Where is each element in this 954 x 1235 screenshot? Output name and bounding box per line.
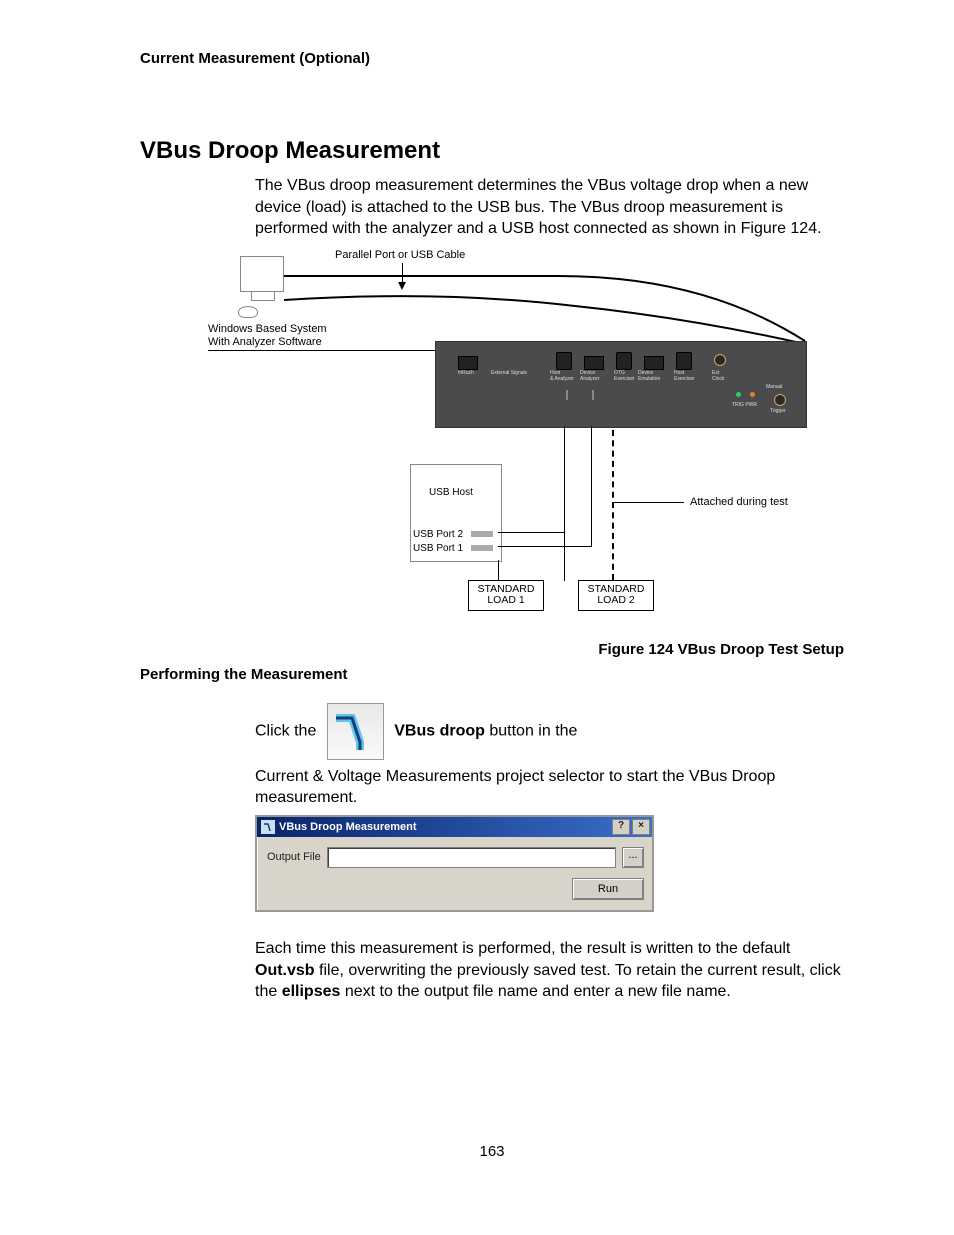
performing-subhead: Performing the Measurement: [140, 666, 844, 683]
dialog-title: VBus Droop Measurement: [279, 821, 417, 833]
load1-drop: [498, 560, 499, 582]
usb-host-box: USB Host USB Port 2 USB Port 1: [410, 464, 502, 562]
attach-line: [614, 502, 684, 503]
click-paragraph-2: Current & Voltage Measurements project s…: [255, 766, 844, 809]
dialog-app-icon: [261, 820, 275, 834]
figure-caption: Figure 124 VBus Droop Test Setup: [140, 641, 844, 658]
figure-124-diagram: Parallel Port or USB Cable Windows Based…: [180, 246, 840, 631]
vbus-droop-dialog: VBus Droop Measurement ? × Output File .…: [255, 815, 654, 912]
dialog-close-button[interactable]: ×: [632, 819, 650, 835]
page-header: Current Measurement (Optional): [140, 50, 844, 67]
ellipses-button[interactable]: ...: [622, 847, 644, 868]
standard-load-2: STANDARDLOAD 2: [578, 580, 654, 611]
section-title: VBus Droop Measurement: [140, 137, 844, 165]
output-file-label: Output File: [267, 851, 321, 863]
host-conn-1: [498, 532, 564, 533]
vbus-droop-bold: VBus droop: [394, 723, 485, 740]
dashed-line: [612, 430, 614, 580]
standard-load-1: STANDARDLOAD 1: [468, 580, 544, 611]
windows-label-2: With Analyzer Software: [208, 336, 322, 349]
line: [208, 350, 438, 351]
attached-label: Attached during test: [690, 496, 788, 509]
host-conn-2: [498, 546, 592, 547]
click-paragraph: Click the VBus droop button in the: [255, 703, 844, 760]
outvsb-paragraph: Each time this measurement is performed,…: [255, 938, 844, 1003]
output-file-input[interactable]: [327, 847, 616, 868]
conn-line-1: [564, 426, 565, 581]
conn-line-2: [591, 426, 592, 546]
dialog-titlebar: VBus Droop Measurement ? ×: [257, 817, 652, 837]
page-number: 163: [140, 1143, 844, 1160]
analyzer-device: InRush External Signals Host & Analyzer …: [435, 341, 807, 428]
intro-paragraph: The VBus droop measurement determines th…: [255, 175, 844, 240]
windows-label-1: Windows Based System: [208, 323, 327, 336]
run-button[interactable]: Run: [572, 878, 644, 900]
dialog-help-button[interactable]: ?: [612, 819, 630, 835]
vbus-droop-button-icon[interactable]: [327, 703, 384, 760]
